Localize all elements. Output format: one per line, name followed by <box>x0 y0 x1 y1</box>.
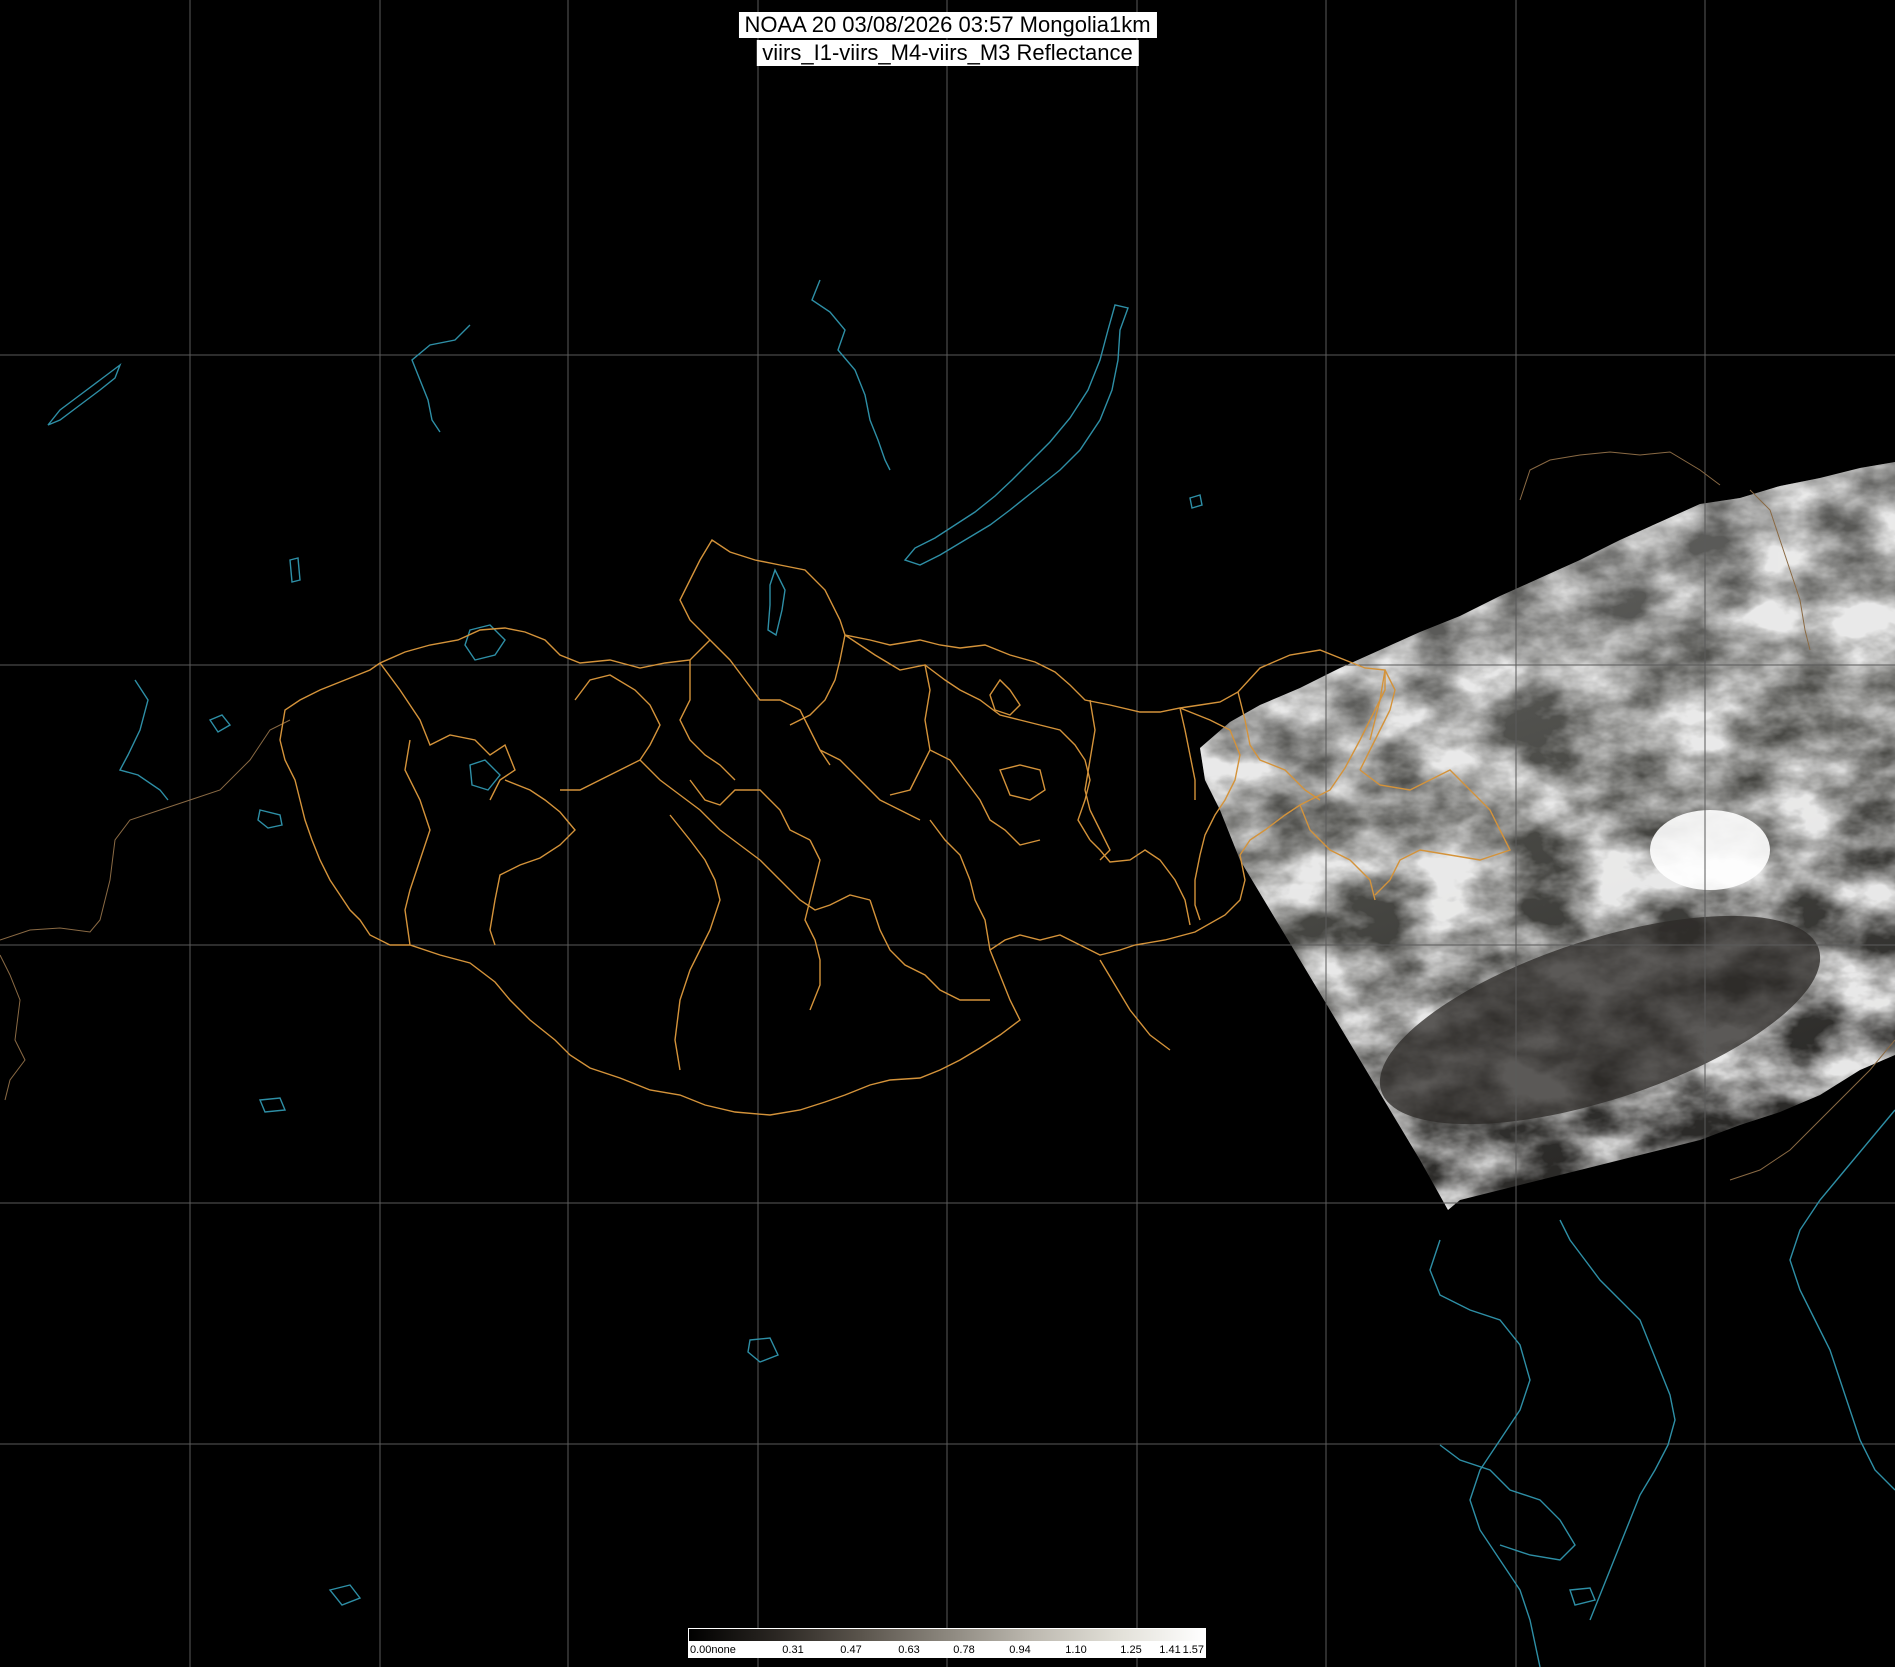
colorbar-label: 0.31 <box>782 1644 804 1656</box>
colorbar-label: 0.00none <box>690 1644 736 1656</box>
map-title-line1: NOAA 20 03/08/2026 03:57 Mongolia1km <box>738 12 1157 38</box>
colorbar-label: 0.63 <box>898 1644 920 1656</box>
swath-bright-cloud <box>1650 810 1770 890</box>
colorbar-label: 1.25 <box>1120 1644 1142 1656</box>
colorbar-label: 1.41 <box>1159 1644 1181 1656</box>
map-title-line2: viirs_I1-viirs_M4-viirs_M3 Reflectance <box>756 40 1139 66</box>
colorbar-label: 1.57 <box>1182 1644 1204 1656</box>
colorbar-label: 1.10 <box>1065 1644 1087 1656</box>
colorbar-labels: 0.00none 0.31 0.47 0.63 0.78 0.94 1.10 1… <box>688 1642 1206 1658</box>
colorbar-label: 0.94 <box>1009 1644 1031 1656</box>
colorbar-gradient <box>688 1628 1206 1642</box>
colorbar-label: 0.47 <box>840 1644 862 1656</box>
colorbar-label: 0.78 <box>953 1644 975 1656</box>
map-canvas <box>0 0 1895 1667</box>
colorbar: 0.00none 0.31 0.47 0.63 0.78 0.94 1.10 1… <box>688 1628 1206 1662</box>
